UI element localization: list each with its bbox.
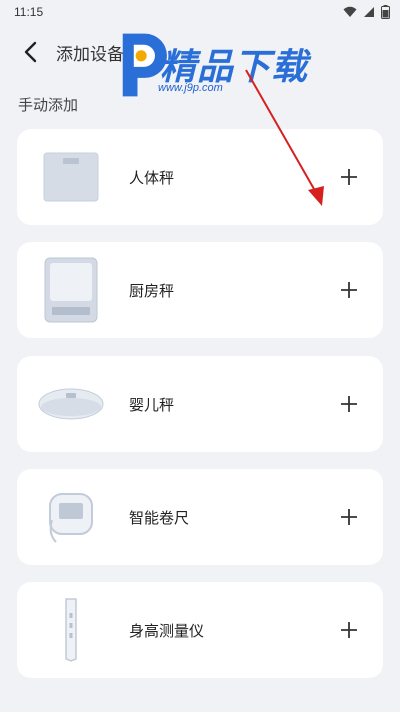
device-card-height-meter[interactable]: 身高测量仪: [17, 582, 383, 678]
body-scale-image: [33, 142, 109, 212]
device-name: 厨房秤: [129, 281, 175, 300]
wifi-icon: [343, 6, 357, 17]
device-card-kitchen-scale[interactable]: 厨房秤: [17, 242, 383, 338]
add-height-meter-button[interactable]: [329, 610, 369, 650]
device-name: 身高测量仪: [129, 621, 205, 640]
watermark-url: www.j9p.com: [158, 82, 223, 94]
baby-scale-image: [33, 369, 109, 439]
plus-icon: [341, 282, 357, 298]
device-card-smart-tape[interactable]: 智能卷尺: [17, 469, 383, 565]
add-body-scale-button[interactable]: [329, 157, 369, 197]
kitchen-scale-image: [33, 255, 109, 325]
device-card-baby-scale[interactable]: 婴儿秤: [17, 356, 383, 452]
add-baby-scale-button[interactable]: [329, 384, 369, 424]
signal-icon: [364, 7, 374, 17]
device-name: 智能卷尺: [129, 508, 190, 527]
device-card-body-scale[interactable]: 人体秤: [17, 129, 383, 225]
device-name: 婴儿秤: [129, 395, 175, 414]
back-button[interactable]: [10, 32, 50, 72]
status-icons: [343, 5, 390, 19]
height-meter-image: [33, 595, 109, 665]
status-bar: 11:15: [0, 0, 400, 24]
status-time: 11:15: [14, 5, 44, 19]
device-name: 人体秤: [129, 168, 175, 187]
plus-icon: [341, 622, 357, 638]
plus-icon: [341, 169, 357, 185]
smart-tape-image: [33, 482, 109, 552]
section-label: 手动添加: [18, 96, 79, 114]
plus-icon: [341, 396, 357, 412]
add-smart-tape-button[interactable]: [329, 497, 369, 537]
battery-icon: [381, 5, 390, 19]
back-arrow-icon: [24, 41, 37, 63]
plus-icon: [341, 509, 357, 525]
add-kitchen-scale-button[interactable]: [329, 270, 369, 310]
